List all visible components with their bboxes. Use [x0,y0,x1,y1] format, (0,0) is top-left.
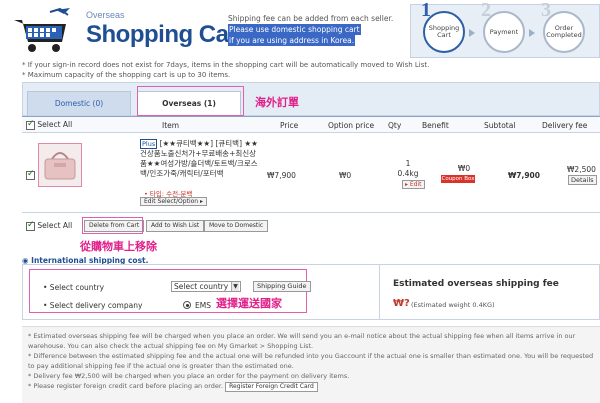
item-price: ₩7,900 [267,171,296,180]
header-note-highlight-2: if you are using address in Korea. [228,35,356,46]
select-delivery-company-label: • Select delivery company [43,301,143,310]
cart-actions: Select All Delete from Cart Add to Wish … [22,217,600,234]
note-line: * Maximum capacity of the shopping cart … [22,70,231,79]
item-benefit: ₩0 [457,164,471,173]
product-thumbnail[interactable] [38,143,82,187]
register-credit-card-button[interactable]: Register Foreign Credit Card [225,382,318,392]
select-all-bottom-label: Select All [37,221,73,230]
note-line: * Difference between the estimated shipp… [28,352,594,370]
estimated-fee-title: Estimated overseas shipping fee [393,279,559,289]
step-number: 1 [421,0,431,21]
move-to-domestic-button[interactable]: Move to Domestic [204,220,269,232]
estimated-weight: (Estimated weight 0.4KG) [411,301,495,309]
shipping-box: • Select country Select country ▼ Shippi… [22,264,600,320]
table-header: Select All Item Price Option price Qty B… [22,116,600,133]
item-checkbox[interactable] [26,169,35,180]
cart-header: Overseas Shopping Cart Shipping fee can … [0,0,600,60]
annotation-highlight-box [137,86,244,116]
annotation-choose-country: 選擇運送國家 [216,297,282,310]
cart-tabs: Domestic (0) Overseas (1) 海外訂單 [22,82,600,116]
annotation-overseas-order: 海外訂單 [255,96,299,109]
product-name[interactable]: Plus [★★큐티백★★] [큐티백] ★★건상품노출신처가+무료배송+최신상… [140,139,258,179]
column-header-qty: Qty [388,121,402,130]
step-shopping-cart: 1 Shopping Cart [421,0,465,53]
ems-label: EMS [195,301,211,310]
step-order-completed: 3 Order Completed [541,0,585,53]
country-select[interactable]: Select country ▼ [171,281,241,292]
select-all-checkbox[interactable] [26,119,35,130]
item-delivery-fee: ₩2,500 [567,165,596,174]
plus-badge: Plus [140,139,158,149]
header-subtitle: Overseas [86,10,125,20]
item-subtotal: ₩7,900 [508,171,540,180]
header-note-line: Shipping fee can be added from each sell… [228,14,394,23]
select-country-label: • Select country [43,283,105,292]
estimated-fee-value: ₩? [393,298,410,309]
edit-option-button[interactable]: Edit Select/Option ▸ [140,197,208,206]
step-label: Completed [546,31,582,39]
add-to-wish-list-button[interactable]: Add to Wish List [146,220,205,232]
checkout-steps: 1 Shopping Cart 2 Payment 3 Order Complete… [410,0,600,58]
item-option-price: ₩0 [339,171,352,180]
divider [379,265,380,319]
coupon-box-button[interactable]: Coupon Box [441,175,475,183]
annotation-remove-from-cart: 從購物車上移除 [80,240,157,253]
header-note-highlight-1: Please use domestic shopping cart [228,24,361,35]
cart-notes: * If your sign-in record does not exist … [22,61,429,80]
step-number: 3 [541,0,551,21]
step-payment: 2 Payment [481,0,525,53]
ems-radio[interactable] [183,301,191,309]
note-line: * Delivery fee ₩2,500 will be charged wh… [28,372,350,380]
tab-domestic[interactable]: Domestic (0) [27,91,131,115]
step-arrow-icon [469,29,475,37]
item-qty: 1 0.4kg [390,159,426,179]
select-all-label: Select All [37,120,73,129]
select-all-bottom-checkbox[interactable] [26,220,35,231]
shipping-notes: * Estimated overseas shipping fee will b… [22,326,600,403]
column-header-benefit: Benefit [422,121,449,130]
qty-value: 1 [405,159,411,168]
delivery-details-button[interactable]: Details [568,175,597,185]
item-weight: 0.4kg [397,169,419,178]
column-header-delivery-fee: Delivery fee [542,121,588,130]
country-select-value: Select country [174,282,229,291]
qty-edit-button[interactable]: ▸ Edit [402,180,425,189]
annotation-highlight-box [82,217,143,234]
shopping-cart-logo-icon [14,7,70,52]
table-row: Plus [★★큐티백★★] [큐티백] ★★건상품노출신처가+무료배송+최신상… [22,133,600,213]
step-number: 2 [481,0,491,21]
step-arrow-icon [529,29,535,37]
chevron-down-icon: ▼ [231,282,239,291]
column-header-option-price: Option price [328,121,375,130]
shipping-guide-button[interactable]: Shipping Guide [253,281,311,292]
note-line: * Please register foreign credit card be… [28,382,224,390]
note-line: * Estimated overseas shipping fee will b… [28,332,576,350]
product-title[interactable]: [★★큐티백★★] [큐티백] ★★건상품노출신처가+무료배송+최신상품★★여성… [140,139,258,178]
column-header-item: Item [162,121,180,130]
page-title: Shopping Cart [86,21,245,48]
step-label: Cart [437,31,451,39]
column-header-price: Price [280,121,299,130]
column-header-subtotal: Subtotal [484,121,516,130]
handbag-icon [44,152,76,180]
step-label: Payment [489,27,519,36]
header-note: Shipping fee can be added from each sell… [228,13,398,46]
note-line: * If your sign-in record does not exist … [22,61,430,69]
